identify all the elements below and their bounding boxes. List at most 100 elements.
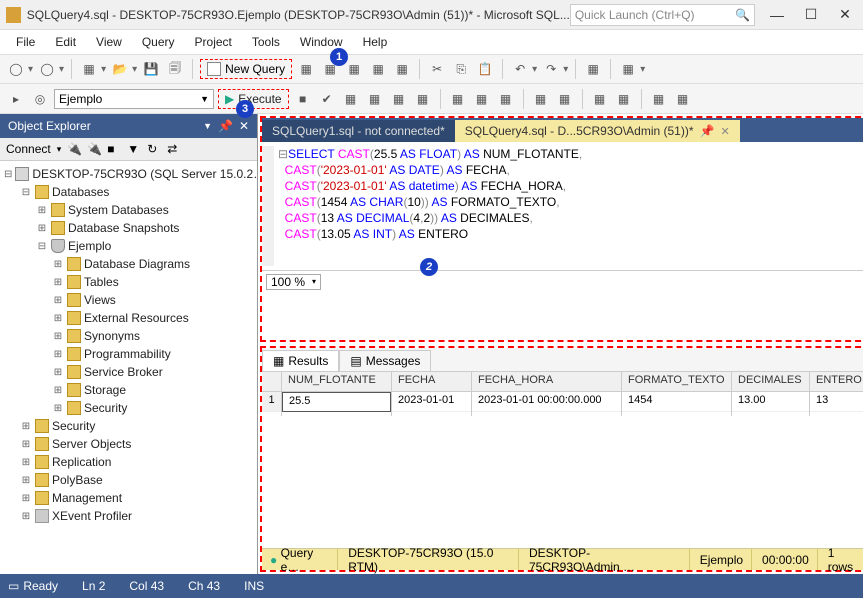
expand-icon[interactable]: ⊞ — [52, 295, 64, 306]
results-text-icon[interactable]: ▦ — [472, 89, 492, 109]
quick-launch-input[interactable]: Quick Launch (Ctrl+Q) 🔍 — [570, 4, 755, 26]
expand-icon[interactable]: ⊞ — [52, 277, 64, 288]
menu-tools[interactable]: Tools — [242, 33, 290, 51]
col-fechahora[interactable]: FECHA_HORA — [472, 372, 621, 392]
snap-node[interactable]: Database Snapshots — [68, 221, 179, 235]
uncomment-icon[interactable]: ▦ — [555, 89, 575, 109]
db-engine-icon[interactable]: ▦ — [296, 59, 316, 79]
back-icon[interactable]: ◯ — [6, 59, 26, 79]
collapse-icon[interactable]: ⊟ — [4, 169, 12, 180]
sysdb-node[interactable]: System Databases — [68, 203, 169, 217]
col-fecha[interactable]: FECHA — [392, 372, 471, 392]
indent-icon[interactable]: ▦ — [590, 89, 610, 109]
collapse-icon[interactable]: ⊟ — [20, 187, 32, 198]
tab-results[interactable]: ▦Results — [262, 350, 339, 371]
object-tree[interactable]: ⊟DESKTOP-75CR93O (SQL Server 15.0.2… ⊟Da… — [0, 161, 257, 574]
expand-icon[interactable]: ⊞ — [52, 313, 64, 324]
diagrams-node[interactable]: Database Diagrams — [84, 257, 190, 271]
target-icon[interactable]: ◎ — [30, 89, 50, 109]
specify-icon[interactable]: ▦ — [649, 89, 669, 109]
xev-node[interactable]: XEvent Profiler — [52, 509, 132, 523]
server-node[interactable]: DESKTOP-75CR93O (SQL Server 15.0.2… — [32, 167, 257, 181]
mgmt-node[interactable]: Management — [52, 491, 122, 505]
new-query-button[interactable]: New Query — [200, 59, 292, 79]
cut-icon[interactable]: ✂ — [427, 59, 447, 79]
database-selector[interactable]: Ejemplo ▼ — [54, 89, 214, 109]
menu-project[interactable]: Project — [185, 33, 242, 51]
open-icon[interactable]: 📂 — [110, 59, 130, 79]
copy-icon[interactable]: ⎘ — [451, 59, 471, 79]
mdx-icon[interactable]: ▦ — [344, 59, 364, 79]
menu-file[interactable]: File — [6, 33, 45, 51]
expand-icon[interactable]: ⊞ — [20, 511, 32, 522]
redo-icon[interactable]: ↷ — [541, 59, 561, 79]
srvobj-node[interactable]: Server Objects — [52, 437, 131, 451]
pin-tab-icon[interactable]: 📌 — [700, 124, 715, 138]
close-panel-icon[interactable]: ✕ — [239, 119, 249, 133]
outdent-icon[interactable]: ▦ — [614, 89, 634, 109]
minimize-button[interactable]: — — [765, 4, 789, 26]
extres-node[interactable]: External Resources — [84, 311, 189, 325]
ejemplo-node[interactable]: Ejemplo — [68, 239, 111, 253]
expand-icon[interactable]: ⊞ — [20, 475, 32, 486]
connect-icon[interactable]: 🔌 — [67, 142, 81, 156]
tables-node[interactable]: Tables — [84, 275, 119, 289]
expand-icon[interactable]: ⊞ — [36, 205, 48, 216]
live-icon[interactable]: ▦ — [413, 89, 433, 109]
new-project-icon[interactable]: ▦ — [79, 59, 99, 79]
stats-icon[interactable]: ▦ — [365, 89, 385, 109]
col-decimales[interactable]: DECIMALES — [732, 372, 809, 392]
expand-icon[interactable]: ⊞ — [52, 403, 64, 414]
menu-help[interactable]: Help — [353, 33, 398, 51]
cell-formato[interactable]: 1454 — [622, 392, 731, 412]
col-formato[interactable]: FORMATO_TEXTO — [622, 372, 731, 392]
plan-icon[interactable]: ▦ — [341, 89, 361, 109]
cell-fechahora[interactable]: 2023-01-01 00:00:00.000 — [472, 392, 621, 412]
stop-icon[interactable]: ■ — [293, 89, 313, 109]
col-numflotante[interactable]: NUM_FLOTANTE — [282, 372, 391, 392]
expand-icon[interactable]: ⊞ — [52, 385, 64, 396]
xmla-icon[interactable]: ▦ — [392, 59, 412, 79]
zoom-selector[interactable]: 100 %▾ — [266, 274, 321, 290]
expand-icon[interactable]: ⊞ — [52, 349, 64, 360]
expand-icon[interactable]: ⊞ — [20, 421, 32, 432]
dmx-icon[interactable]: ▦ — [368, 59, 388, 79]
close-button[interactable]: ✕ — [833, 4, 857, 26]
databases-node[interactable]: Databases — [52, 185, 109, 199]
menu-view[interactable]: View — [86, 33, 132, 51]
results-grid-icon[interactable]: ▦ — [448, 89, 468, 109]
activity-icon[interactable]: ▦ — [618, 59, 638, 79]
include-icon[interactable]: ▦ — [389, 89, 409, 109]
undo-icon[interactable]: ↶ — [510, 59, 530, 79]
sec2-node[interactable]: Security — [52, 419, 95, 433]
views-node[interactable]: Views — [84, 293, 116, 307]
disconnect-icon[interactable]: 🔌 — [87, 142, 101, 156]
menu-query[interactable]: Query — [132, 33, 185, 51]
results-file-icon[interactable]: ▦ — [496, 89, 516, 109]
expand-icon[interactable]: ⊞ — [20, 493, 32, 504]
expand-icon[interactable]: ⊞ — [20, 439, 32, 450]
tab-sqlquery1[interactable]: SQLQuery1.sql - not connected* — [262, 120, 455, 142]
poly-node[interactable]: PolyBase — [52, 473, 103, 487]
paste-icon[interactable]: 📋 — [475, 59, 495, 79]
menu-edit[interactable]: Edit — [45, 33, 86, 51]
maximize-button[interactable]: ☐ — [799, 4, 823, 26]
expand-icon[interactable]: ⊞ — [20, 457, 32, 468]
template-icon[interactable]: ▦ — [673, 89, 693, 109]
syn-node[interactable]: Synonyms — [84, 329, 140, 343]
expand-icon[interactable]: ⊞ — [36, 223, 48, 234]
debug-icon[interactable]: ▸ — [6, 89, 26, 109]
connect-label[interactable]: Connect — [6, 142, 51, 156]
storage-node[interactable]: Storage — [84, 383, 126, 397]
sb-node[interactable]: Service Broker — [84, 365, 163, 379]
expand-icon[interactable]: ⊞ — [52, 259, 64, 270]
pin-icon[interactable]: 📌 — [218, 119, 233, 133]
dropdown-icon[interactable]: ▼ — [203, 121, 212, 131]
tab-messages[interactable]: ▤Messages — [339, 350, 431, 371]
stop-conn-icon[interactable]: ■ — [107, 142, 121, 156]
comment-icon[interactable]: ▦ — [583, 59, 603, 79]
sec-node[interactable]: Security — [84, 401, 127, 415]
save-icon[interactable]: 💾 — [141, 59, 161, 79]
sync-icon[interactable]: ⇄ — [167, 142, 181, 156]
save-all-icon[interactable]: 🗐 — [165, 59, 185, 79]
